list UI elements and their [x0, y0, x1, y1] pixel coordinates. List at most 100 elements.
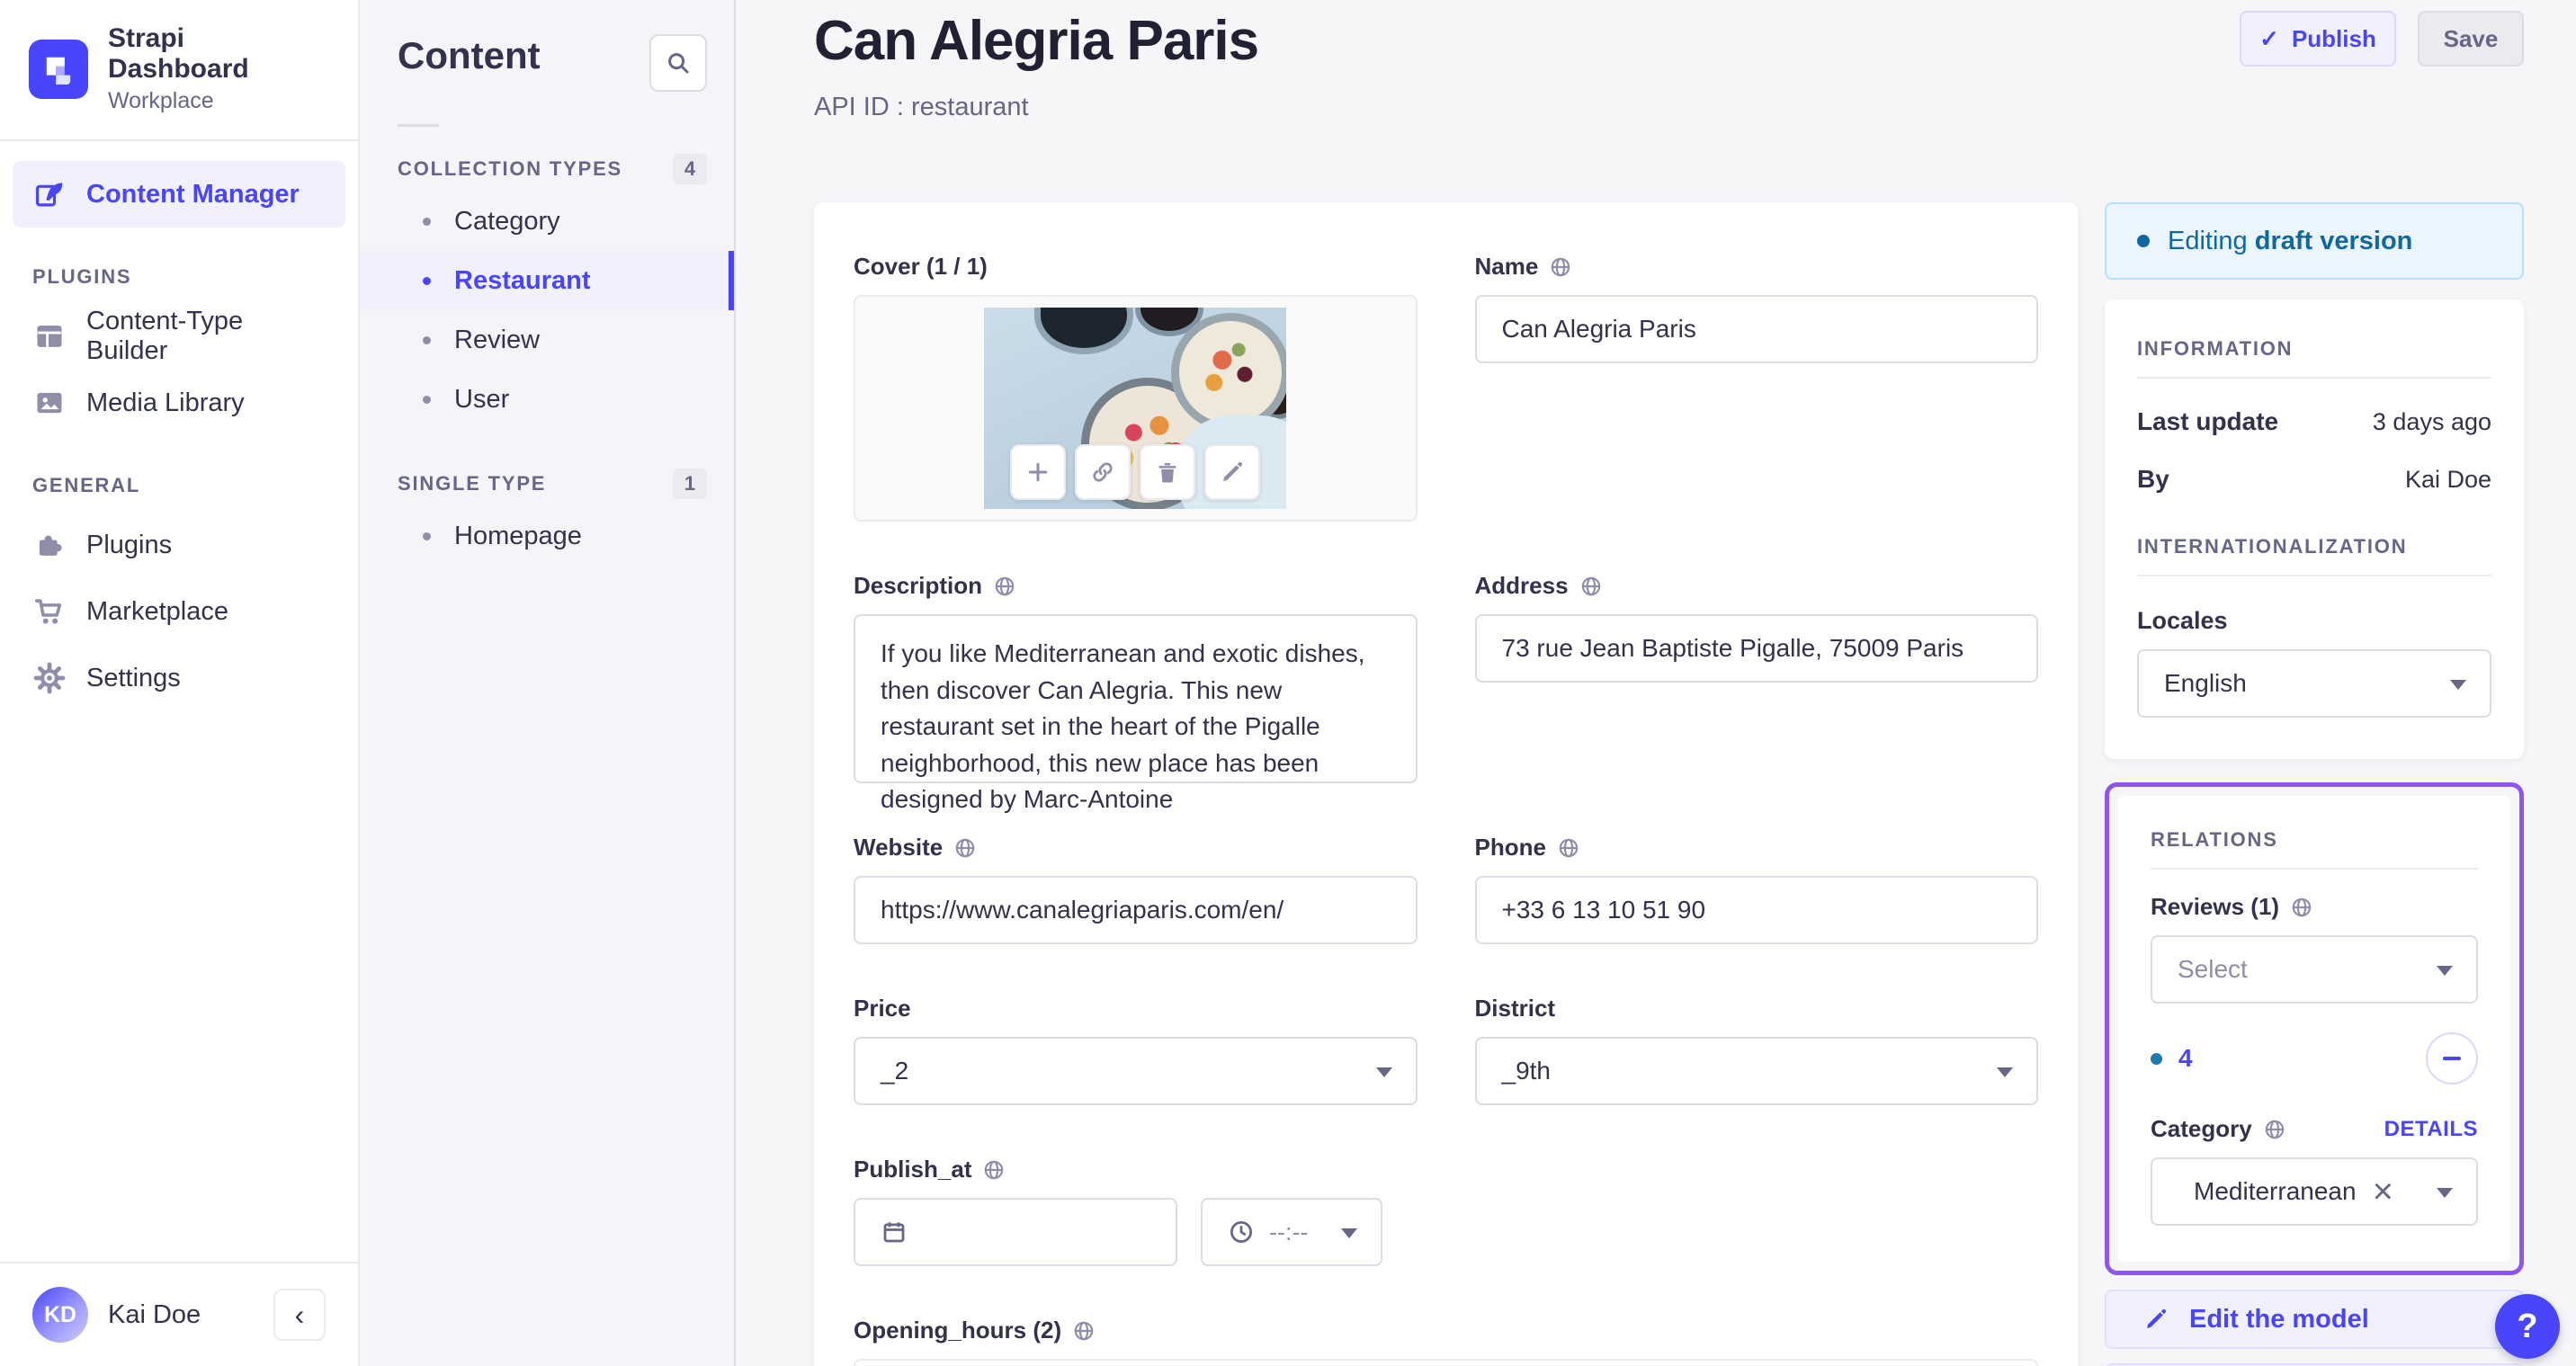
details-link[interactable]: DETAILS [2384, 1117, 2478, 1142]
relation-item-link[interactable]: 4 [2178, 1044, 2193, 1073]
name-input[interactable]: Can Alegria Paris [1474, 295, 2038, 363]
subnav-item-restaurant[interactable]: Restaurant [360, 251, 734, 310]
content-manager-icon [32, 177, 67, 211]
globe-icon [982, 1158, 1006, 1182]
sidebar-item-label: Settings [86, 663, 181, 692]
relations-title: RELATIONS [2151, 828, 2278, 851]
publish-date-input[interactable] [854, 1198, 1177, 1266]
cover-label: Cover (1 / 1) [854, 253, 988, 280]
reviews-label: Reviews (1) [2151, 893, 2478, 921]
opening-hours-component: Sun Tue - Sat [854, 1359, 2038, 1366]
cart-icon [32, 594, 67, 629]
description-textarea[interactable]: If you like Mediterranean and exotic dis… [854, 614, 1418, 813]
group-label-single-type: SINGLE TYPE [398, 472, 547, 495]
website-input[interactable]: https://www.canalegriaparis.com/en/ [854, 876, 1418, 944]
cover-image[interactable] [984, 308, 1287, 509]
relation-item-row: 4 [2151, 1032, 2478, 1085]
price-label: Price [854, 995, 911, 1022]
image-icon [32, 386, 67, 420]
subnav-item-label: Review [454, 325, 541, 354]
reviews-select[interactable]: Select [2151, 935, 2478, 1004]
nav-section-plugins: PLUGINS [32, 265, 132, 288]
globe-icon [1072, 1319, 1096, 1343]
coffee-pitcher [1034, 308, 1134, 354]
layout-icon [32, 319, 67, 353]
content-subnav: Content COLLECTION TYPES 4 Category Rest… [360, 0, 736, 1366]
edit-form-card: Cover (1 / 1) Name Can Alegria Paris Des… [814, 202, 2078, 1366]
bullet-icon [423, 395, 431, 404]
sidebar-item-plugins[interactable]: Plugins [13, 512, 345, 578]
subnav-item-label: Category [454, 206, 560, 236]
edit-media-button[interactable] [1204, 444, 1261, 500]
puzzle-icon [32, 528, 67, 562]
chevron-down-icon [2437, 966, 2453, 976]
district-select[interactable]: _9th [1474, 1037, 2038, 1105]
status-dot-icon [2137, 235, 2150, 247]
district-label: District [1474, 995, 1556, 1022]
avatar[interactable]: KD [32, 1287, 88, 1343]
bullet-icon [423, 276, 431, 285]
price-select[interactable]: _2 [854, 1037, 1418, 1105]
relations-panel: RELATIONS Reviews (1) Select 4 Category … [2118, 796, 2510, 1262]
collapse-sidebar-button[interactable]: ‹ [273, 1289, 326, 1341]
sidebar-item-label: Content Manager [86, 179, 300, 209]
edit-model-button[interactable]: Edit the model [2105, 1290, 2524, 1349]
publish-button[interactable]: ✓ Publish [2240, 11, 2396, 67]
sidebar-item-marketplace[interactable]: Marketplace [13, 578, 345, 645]
chevron-down-icon [1375, 1067, 1392, 1077]
publish-time-input[interactable]: --:-- [1201, 1198, 1382, 1266]
sidebar-item-media-library[interactable]: Media Library [13, 370, 345, 436]
phone-label: Phone [1475, 834, 2039, 862]
divider [2137, 377, 2491, 379]
internationalization-title: INTERNATIONALIZATION [2137, 535, 2408, 558]
subnav-item-homepage[interactable]: Homepage [360, 506, 734, 566]
sidebar-item-label: Marketplace [86, 596, 228, 626]
phone-input[interactable]: +33 6 13 10 51 90 [1474, 876, 2038, 944]
website-label: Website [854, 834, 1418, 862]
by-row: By Kai Doe [2137, 465, 2491, 493]
subnav-item-category[interactable]: Category [360, 192, 734, 251]
opening-hours-label: Opening_hours (2) [854, 1317, 2038, 1344]
strapi-app: Strapi Dashboard Workplace Content Manag… [0, 0, 2576, 1366]
sidebar-item-content-type-builder[interactable]: Content-Type Builder [13, 303, 345, 370]
category-select[interactable]: Mediterranean × [2151, 1157, 2478, 1226]
add-media-button[interactable] [1010, 444, 1067, 500]
delete-media-button[interactable] [1140, 444, 1196, 500]
sidebar-footer: KD Kai Doe ‹ [0, 1262, 358, 1366]
opening-hours-row-sun: Sun [855, 1361, 2036, 1366]
calendar-icon [881, 1219, 908, 1245]
search-button[interactable] [649, 34, 707, 92]
brand-header[interactable]: Strapi Dashboard Workplace [0, 0, 358, 141]
main-content: Can Alegria Paris API ID : restaurant ✓ … [736, 0, 2576, 1366]
bullet-icon [423, 335, 431, 344]
remove-relation-button[interactable] [2426, 1032, 2478, 1085]
locale-select[interactable]: English [2137, 649, 2491, 718]
subnav-item-label: Restaurant [454, 265, 591, 295]
user-name: Kai Doe [108, 1299, 201, 1329]
cover-field [854, 295, 1418, 522]
information-title: INFORMATION [2137, 337, 2294, 360]
clear-category-icon[interactable]: × [2373, 1174, 2393, 1210]
relation-status-dot-icon [2151, 1052, 2162, 1065]
help-button[interactable]: ? [2495, 1294, 2560, 1359]
subnav-item-review[interactable]: Review [360, 310, 734, 370]
sidebar-item-label: Content-Type Builder [86, 307, 244, 365]
copy-link-button[interactable] [1075, 444, 1131, 500]
sidebar-item-settings[interactable]: Settings [13, 645, 345, 711]
locales-label: Locales [2137, 607, 2228, 634]
information-panel: INFORMATION Last update 3 days ago By Ka… [2105, 299, 2524, 759]
sidebar-item-content-manager[interactable]: Content Manager [13, 161, 345, 228]
save-button[interactable]: Save [2418, 11, 2524, 67]
last-update-row: Last update 3 days ago [2137, 407, 2491, 435]
chevron-down-icon [2437, 1188, 2453, 1198]
strapi-logo-icon [29, 39, 88, 99]
address-input[interactable]: 73 rue Jean Baptiste Pigalle, 75009 Pari… [1474, 614, 2038, 683]
divider [398, 124, 439, 127]
group-label-collection-types: COLLECTION TYPES [398, 157, 623, 180]
gear-icon [32, 661, 67, 695]
subnav-item-label: Homepage [454, 521, 582, 550]
description-label: Description [854, 572, 1418, 600]
page-header: Can Alegria Paris API ID : restaurant ✓ … [814, 0, 2524, 202]
globe-icon [1549, 255, 1572, 279]
subnav-item-user[interactable]: User [360, 370, 734, 429]
